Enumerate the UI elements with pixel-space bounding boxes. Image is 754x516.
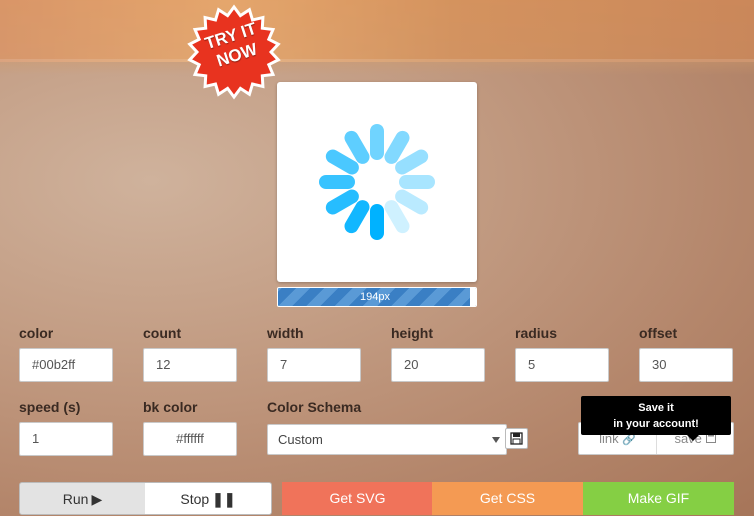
color-input[interactable]: #00b2ff: [19, 348, 113, 382]
bk-color-label: bk color: [143, 399, 198, 415]
size-slider[interactable]: 194px: [277, 287, 477, 307]
try-it-now-badge: TRY IT NOW: [186, 4, 282, 100]
stop-label: Stop: [180, 491, 210, 507]
spinner-bar: [399, 175, 435, 189]
speed-input[interactable]: 1: [19, 422, 113, 456]
run-button[interactable]: Run ▶: [19, 482, 146, 515]
chevron-down-icon: [492, 437, 500, 443]
height-input[interactable]: 20: [391, 348, 485, 382]
play-icon: ▶: [91, 491, 103, 507]
get-css-button[interactable]: Get CSS: [432, 482, 583, 515]
speed-label: speed (s): [19, 399, 81, 415]
run-label: Run: [62, 491, 89, 507]
spinner-bar: [370, 124, 384, 160]
floppy-disk-icon: [510, 432, 523, 445]
stop-button[interactable]: Stop ❚❚: [145, 482, 272, 515]
width-input[interactable]: 7: [267, 348, 361, 382]
color-schema-select[interactable]: Custom: [267, 424, 507, 455]
tooltip-line-2: in your account!: [613, 418, 699, 430]
width-label: width: [267, 325, 304, 341]
get-css-label: Get CSS: [479, 490, 536, 506]
height-label: height: [391, 325, 433, 341]
make-gif-label: Make GIF: [627, 490, 690, 506]
radius-input[interactable]: 5: [515, 348, 609, 382]
pause-icon: ❚❚: [212, 491, 236, 507]
spinner-bar: [319, 175, 355, 189]
offset-label: offset: [639, 325, 678, 341]
spinner-preview: [277, 82, 477, 282]
color-schema-value: Custom: [278, 432, 323, 447]
make-gif-button[interactable]: Make GIF: [583, 482, 734, 515]
bk-color-input[interactable]: #ffffff: [143, 422, 237, 456]
link-icon: 🔗: [622, 434, 636, 446]
spinner-bar: [370, 204, 384, 240]
color-label: color: [19, 325, 54, 341]
save-schema-button[interactable]: [505, 428, 528, 449]
size-label: 194px: [360, 291, 390, 303]
save-tooltip: Save it in your account!: [581, 396, 731, 441]
spinner-graphic: [319, 124, 435, 240]
offset-input[interactable]: 30: [639, 348, 733, 382]
count-label: count: [143, 325, 182, 341]
top-banner: [0, 0, 754, 62]
tooltip-line-1: Save it: [638, 402, 674, 414]
radius-label: radius: [515, 325, 558, 341]
count-input[interactable]: 12: [143, 348, 237, 382]
get-svg-button[interactable]: Get SVG: [282, 482, 433, 515]
color-schema-label: Color Schema: [267, 399, 362, 415]
get-svg-label: Get SVG: [329, 490, 386, 506]
